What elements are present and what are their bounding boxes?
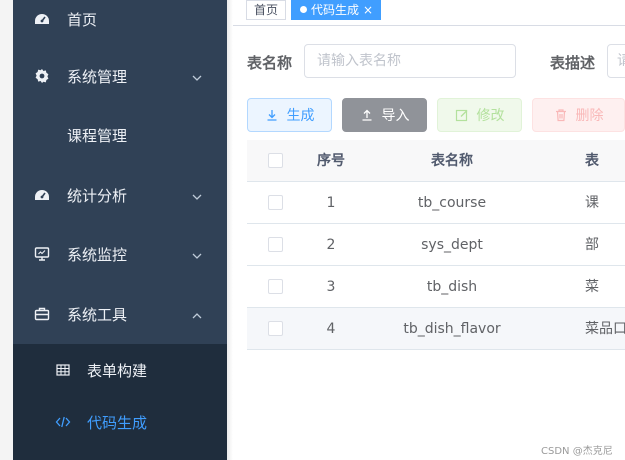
cell-table-desc: 菜 bbox=[585, 279, 599, 295]
sidebar-item-course-management[interactable]: 课程管理 bbox=[13, 106, 227, 164]
sidebar-item-label: 课程管理 bbox=[67, 126, 128, 145]
header-no: 序号 bbox=[317, 153, 345, 169]
row-checkbox[interactable] bbox=[268, 237, 283, 252]
sidebar-item-form-builder[interactable]: 表单构建 bbox=[13, 344, 227, 396]
sidebar-item-label: 系统监控 bbox=[67, 245, 128, 264]
sidebar-item-label: 首页 bbox=[67, 10, 98, 29]
cell-table-name: tb_dish bbox=[426, 279, 478, 295]
cell-table-desc: 菜品口 bbox=[585, 321, 625, 337]
delete-button[interactable]: 删除 bbox=[532, 98, 625, 132]
table-row[interactable]: 2 sys_dept 部 bbox=[247, 224, 625, 266]
table-icon bbox=[55, 362, 71, 378]
edit-button[interactable]: 修改 bbox=[437, 98, 522, 132]
cell-table-name: sys_dept bbox=[421, 237, 483, 253]
sidebar: 首页 系统管理 课程管理 统计分析 系统监控 系统工具 表单构建 代码生成 bbox=[13, 0, 227, 460]
generate-button[interactable]: 生成 bbox=[247, 98, 332, 132]
tags-view: 首页 代码生成 × bbox=[233, 0, 625, 26]
sidebar-item-label: 系统管理 bbox=[67, 67, 128, 86]
table-name-label: 表名称 bbox=[247, 54, 293, 72]
table-name-input[interactable] bbox=[304, 44, 516, 78]
sidebar-item-statistics[interactable]: 统计分析 bbox=[13, 166, 227, 224]
upload-icon bbox=[360, 108, 374, 122]
sidebar-item-home[interactable]: 首页 bbox=[13, 0, 227, 48]
sidebar-item-code-generation[interactable]: 代码生成 bbox=[13, 396, 227, 448]
table-row[interactable]: 3 tb_dish 菜 bbox=[247, 266, 625, 308]
header-table-desc: 表 bbox=[585, 153, 599, 169]
import-label: 导入 bbox=[381, 108, 410, 124]
close-icon[interactable]: × bbox=[363, 3, 373, 17]
sidebar-item-label: 表单构建 bbox=[87, 361, 148, 380]
window-edge bbox=[0, 0, 13, 460]
table-row[interactable]: 4 tb_dish_flavor 菜品口 bbox=[247, 308, 625, 350]
cell-no: 1 bbox=[326, 195, 336, 211]
tag-label: 首页 bbox=[254, 3, 279, 17]
cell-table-name: tb_course bbox=[417, 195, 487, 211]
delete-label: 删除 bbox=[575, 108, 604, 124]
sidebar-item-label: 系统工具 bbox=[67, 305, 128, 324]
toolbox-icon bbox=[33, 305, 51, 323]
active-dot-icon bbox=[300, 6, 307, 13]
dashboard-icon bbox=[33, 10, 51, 28]
cell-table-desc: 课 bbox=[585, 195, 599, 211]
generate-label: 生成 bbox=[286, 108, 315, 124]
trash-icon bbox=[554, 108, 568, 122]
chevron-down-icon bbox=[191, 248, 203, 260]
row-checkbox[interactable] bbox=[268, 195, 283, 210]
table-desc-input[interactable] bbox=[607, 44, 625, 78]
cell-no: 2 bbox=[326, 237, 336, 253]
sidebar-item-system-monitor[interactable]: 系统监控 bbox=[13, 225, 227, 283]
download-icon bbox=[265, 108, 279, 122]
cell-table-desc: 部 bbox=[585, 237, 599, 253]
sidebar-item-label: 代码生成 bbox=[87, 413, 148, 432]
row-checkbox[interactable] bbox=[268, 321, 283, 336]
chevron-up-icon bbox=[191, 308, 203, 320]
chevron-down-icon bbox=[191, 189, 203, 201]
chevron-down-icon bbox=[191, 70, 203, 82]
cell-no: 3 bbox=[326, 279, 336, 295]
system-tools-submenu: 表单构建 代码生成 bbox=[13, 344, 227, 460]
table-header: 序号 表名称 表 bbox=[247, 140, 625, 182]
watermark: CSDN @杰克尼 bbox=[541, 446, 613, 457]
table-desc-label: 表描述 bbox=[550, 54, 596, 72]
monitor-icon bbox=[33, 245, 51, 263]
cell-no: 4 bbox=[326, 321, 336, 337]
import-button[interactable]: 导入 bbox=[342, 98, 427, 132]
tag-label: 代码生成 bbox=[311, 3, 360, 17]
header-table-name: 表名称 bbox=[431, 153, 473, 169]
gear-icon bbox=[33, 67, 51, 85]
table-row[interactable]: 1 tb_course 课 bbox=[247, 182, 625, 224]
tag-code-generation[interactable]: 代码生成 × bbox=[291, 0, 382, 20]
sidebar-shadow bbox=[227, 0, 233, 460]
cell-table-name: tb_dish_flavor bbox=[403, 321, 501, 337]
row-checkbox[interactable] bbox=[268, 279, 283, 294]
tag-home[interactable]: 首页 bbox=[246, 0, 287, 20]
sidebar-item-label: 统计分析 bbox=[67, 186, 128, 205]
code-icon bbox=[55, 414, 71, 430]
sidebar-item-system-tools[interactable]: 系统工具 bbox=[13, 285, 227, 343]
edit-icon bbox=[455, 108, 469, 122]
edit-label: 修改 bbox=[476, 108, 505, 124]
dashboard-icon bbox=[33, 186, 51, 204]
sidebar-item-system-management[interactable]: 系统管理 bbox=[13, 47, 227, 105]
select-all-checkbox[interactable] bbox=[268, 153, 283, 168]
